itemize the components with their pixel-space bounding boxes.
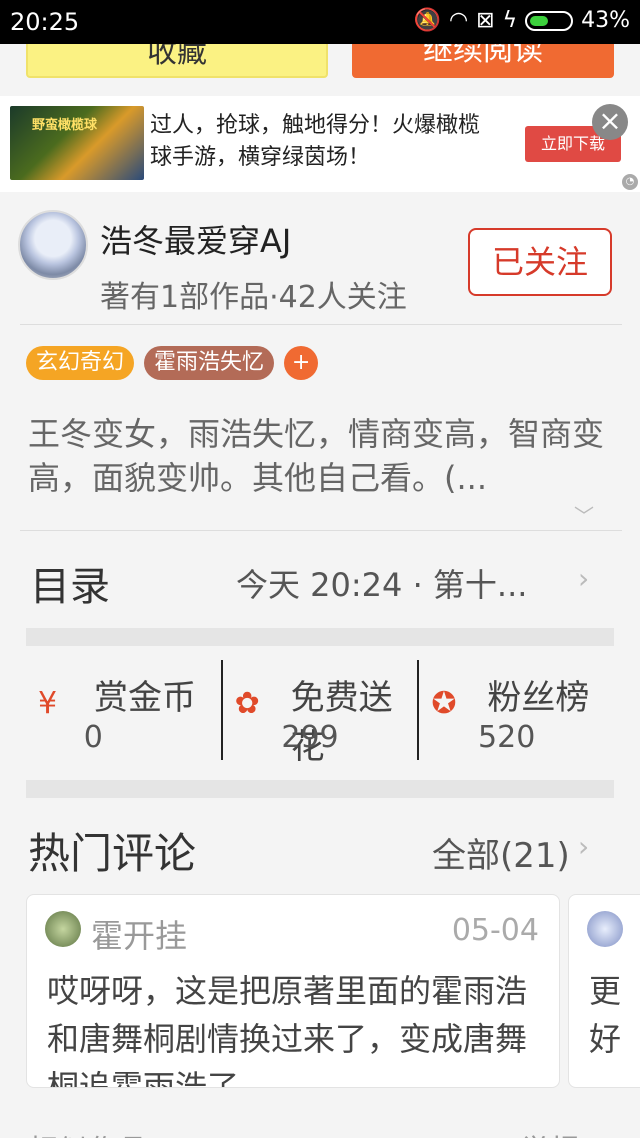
comment-card[interactable]: 更 好 bbox=[568, 894, 640, 1088]
mute-icon: 🔕 bbox=[413, 8, 441, 33]
hot-comments-title: 热门评论 bbox=[28, 829, 197, 878]
comment-date: 05-04 bbox=[451, 913, 539, 948]
ad-image[interactable]: 野蛮橄榄球 bbox=[10, 106, 144, 180]
status-bar: 20:25 🔕 ◠ ⊠ ϟ 43% bbox=[0, 0, 640, 44]
tag-custom[interactable]: 霍雨浩失忆 bbox=[144, 346, 275, 380]
comment-text: 更 好 bbox=[589, 972, 622, 1058]
chevron-right-icon[interactable]: › bbox=[578, 830, 589, 863]
catalog-row[interactable]: 目录 今天 20:24 · 第十... › bbox=[0, 548, 640, 618]
all-comments-link[interactable]: 全部(21) bbox=[432, 828, 570, 877]
chevron-down-icon[interactable]: ﹀ bbox=[574, 500, 594, 529]
stat-value: 0 bbox=[83, 720, 103, 755]
stat-label: 粉丝榜 bbox=[487, 678, 590, 718]
divider bbox=[20, 530, 622, 531]
author-name[interactable]: 浩冬最爱穿AJ bbox=[100, 216, 291, 262]
tag-list: 玄幻奇幻 霍雨浩失忆 + bbox=[26, 346, 319, 380]
report-link[interactable]: 举报 bbox=[520, 1126, 580, 1138]
avatar[interactable] bbox=[45, 911, 81, 947]
stat-value: 520 bbox=[478, 720, 536, 755]
section-separator bbox=[26, 628, 614, 646]
battery-icon bbox=[525, 10, 574, 31]
sim-icon: ⊠ bbox=[476, 8, 495, 33]
red-packet-icon: ¥ bbox=[38, 686, 58, 721]
stats-row: ¥ 赏金币 0 ✿ 免费送花 299 ✪ 粉丝榜 520 bbox=[26, 660, 614, 767]
status-time: 20:25 bbox=[10, 8, 80, 36]
author-section: 浩冬最爱穿AJ 著有1部作品·42人关注 已关注 bbox=[0, 192, 640, 326]
battery-percent: 43% bbox=[581, 8, 630, 33]
charging-icon: ϟ bbox=[502, 8, 518, 33]
flower-icon: ✿ bbox=[234, 686, 260, 721]
tag-genre[interactable]: 玄幻奇幻 bbox=[26, 346, 135, 380]
author-avatar[interactable] bbox=[18, 210, 88, 280]
comment-user[interactable]: 霍开挂 bbox=[91, 911, 187, 957]
section-separator bbox=[26, 780, 614, 798]
stat-flower[interactable]: ✿ 免费送花 299 bbox=[220, 660, 418, 767]
stat-value: 299 bbox=[281, 720, 339, 755]
status-icons: 🔕 ◠ ⊠ ϟ 43% bbox=[414, 8, 630, 33]
comment-text: 哎呀呀，这是把原著里面的霍雨浩和唐舞桐剧情换过来了，变成唐舞桐追霍雨浩了 bbox=[47, 972, 528, 1088]
add-tag-button[interactable]: + bbox=[284, 346, 319, 380]
similar-works-title: 相似作品 bbox=[28, 1126, 148, 1138]
stat-label: 赏金币 bbox=[94, 678, 196, 718]
catalog-title: 目录 bbox=[30, 564, 110, 610]
catalog-latest-chapter: 今天 20:24 · 第十... bbox=[236, 566, 528, 604]
wifi-icon: ◠ bbox=[448, 8, 469, 33]
ad-mark-icon: ◔ bbox=[622, 174, 638, 190]
ad-text[interactable]: 过人，抢球，触地得分！火爆橄榄球手游，横穿绿茵场！ bbox=[150, 110, 495, 174]
ad-image-label: 野蛮橄榄球 bbox=[32, 118, 98, 133]
chevron-right-icon: › bbox=[578, 562, 590, 595]
avatar[interactable] bbox=[587, 911, 623, 947]
collect-button[interactable]: 收藏 bbox=[26, 44, 328, 78]
author-meta: 著有1部作品·42人关注 bbox=[100, 280, 407, 315]
stat-reward[interactable]: ¥ 赏金币 0 bbox=[26, 660, 221, 760]
continue-reading-button[interactable]: 继续阅读 bbox=[352, 44, 614, 78]
follow-button[interactable]: 已关注 bbox=[468, 228, 612, 296]
top-buttons: 收藏 继续阅读 bbox=[0, 44, 640, 96]
ad-banner[interactable]: 野蛮橄榄球 过人，抢球，触地得分！火爆橄榄球手游，横穿绿茵场！ 立即下载 × ◔ bbox=[0, 96, 640, 192]
book-description[interactable]: 王冬变女，雨浩失忆，情商变高，智商变高，面貌变帅。其他自己看。(... bbox=[28, 412, 608, 500]
divider bbox=[20, 324, 622, 325]
medal-icon: ✪ bbox=[431, 686, 457, 721]
close-icon[interactable]: × bbox=[592, 104, 628, 140]
stat-fans[interactable]: ✪ 粉丝榜 520 bbox=[417, 660, 614, 760]
comment-card[interactable]: 霍开挂 05-04 哎呀呀，这是把原著里面的霍雨浩和唐舞桐剧情换过来了，变成唐舞… bbox=[26, 894, 560, 1088]
